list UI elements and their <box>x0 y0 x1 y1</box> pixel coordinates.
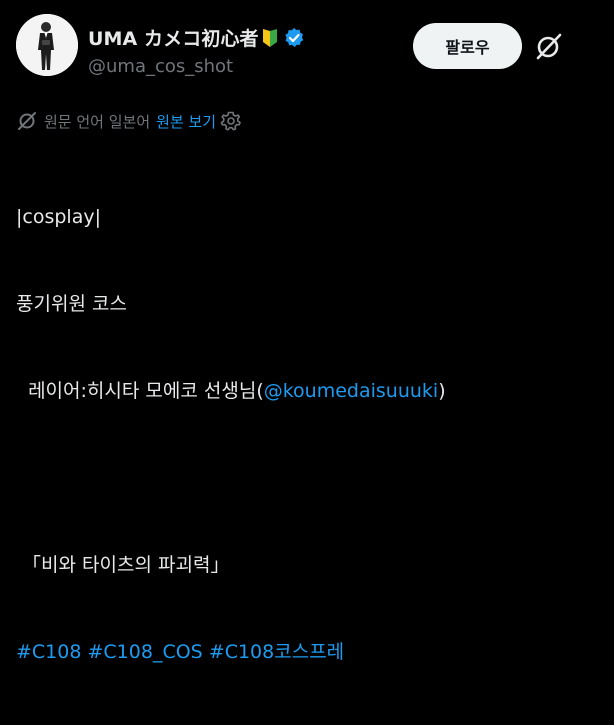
translation-bar: 원문 언어 일본어 원본 보기 <box>16 110 242 132</box>
follow-button[interactable]: 팔로우 <box>413 23 522 69</box>
gear-icon[interactable] <box>220 110 242 132</box>
post-card: UMA カメコ初心者 @uma_cos_shot 팔로우 원문 언어 일본어 원… <box>0 0 614 663</box>
post-line: 풍기위원 코스 <box>16 293 127 315</box>
author-avatar[interactable] <box>16 14 78 76</box>
author-handle[interactable]: @uma_cos_shot <box>88 56 233 77</box>
beginner-mark-icon <box>261 28 279 48</box>
verified-badge-icon <box>283 27 305 49</box>
post-text: |cosplay| 풍기위원 코스 레이어:히시타 모에코 선생님(@koume… <box>16 145 446 725</box>
mention-link[interactable]: @koumedaisuuuki <box>264 380 438 402</box>
hashtag-link[interactable]: #C108_COS <box>88 641 203 663</box>
hashtag-link[interactable]: #C108 <box>16 641 81 663</box>
hashtag-link[interactable]: #C108코스프레 <box>209 641 344 663</box>
grok-icon[interactable] <box>533 30 565 62</box>
credit-prefix: 레이어:히시타 모에코 선생님( <box>16 380 264 402</box>
translation-note: 원문 언어 일본어 <box>44 112 151 131</box>
post-line: |cosplay| <box>16 206 101 228</box>
translate-icon <box>16 110 38 132</box>
show-original-link[interactable]: 원본 보기 <box>156 111 216 132</box>
hashtag-line: #C108 #C108_COS #C108코스프레 <box>16 638 446 667</box>
post-line: 「비와 타이츠의 파괴력」 <box>16 554 230 576</box>
post-line-credit: 레이어:히시타 모에코 선생님(@koumedaisuuuki) <box>16 377 446 406</box>
credit-suffix: ) <box>438 380 446 402</box>
author-display-name[interactable]: UMA カメコ初心者 <box>88 24 259 51</box>
author-name-row: UMA カメコ初心者 <box>88 24 305 51</box>
